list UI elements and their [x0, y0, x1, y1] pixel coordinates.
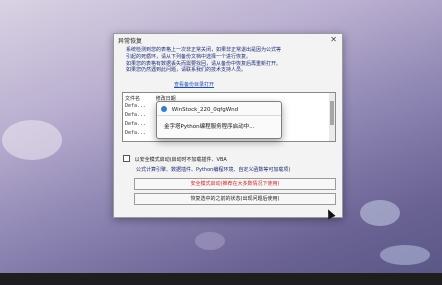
list-item[interactable]: Defa...: [125, 121, 146, 127]
wallpaper-decoration: [2, 120, 62, 160]
list-item[interactable]: Defa...: [125, 112, 146, 118]
wallpaper-decoration: [195, 232, 225, 250]
safe-mode-checkbox[interactable]: [123, 155, 130, 162]
message-line-4: 如果您仍然遇到此问题，请联系我们的技术支持人员。: [126, 67, 247, 74]
column-header-name: 文件名: [125, 96, 141, 102]
startup-popup: WinStock_220_0qfgWnd 金字塔Python编程服务程序启动中.…: [156, 101, 282, 139]
restore-state-button[interactable]: 恢复选中的之前的状态(出现问题后使用): [134, 193, 336, 205]
taskbar: [0, 273, 442, 285]
open-backup-dir-link[interactable]: 查看备份目录打开: [174, 81, 214, 88]
list-item[interactable]: Defa...: [125, 130, 146, 136]
dialog-message: 系统检测到您的表格上一次非正常关闭，如果非正常退出是因为公式等 引起的死循环，请…: [126, 47, 331, 74]
safe-mode-checkbox-label: 以安全模式启动(启动时不加载插件、VBA: [134, 157, 227, 163]
popup-title: WinStock_220_0qfgWnd: [161, 106, 238, 113]
safe-mode-option[interactable]: 以安全模式启动(启动时不加载插件、VBA: [123, 155, 227, 163]
popup-title-text: WinStock_220_0qfgWnd: [171, 107, 239, 113]
message-line-2: 引起的死循环，请从下列备份文档中选择一个进行恢复。: [126, 53, 252, 60]
scrollbar-thumb[interactable]: [330, 101, 334, 125]
safe-mode-start-button[interactable]: 安全模式启动(推荐在大多数情况下使用): [134, 178, 336, 190]
list-item[interactable]: Defa...: [125, 103, 146, 109]
app-icon: [161, 106, 167, 112]
wallpaper-decoration: [360, 200, 400, 226]
message-line-1: 系统检测到您的表格上一次非正常关闭，如果非正常退出是因为公式等: [126, 47, 282, 53]
safe-mode-info: 公式计算引擎、数据插件、Python编程环境、自定义函数等可加载项): [136, 167, 291, 173]
dialog-title: 异常恢复: [118, 38, 143, 45]
popup-message: 金字塔Python编程服务程序启动中...: [164, 124, 255, 130]
popup-divider: [157, 115, 281, 116]
close-icon[interactable]: ✕: [330, 35, 337, 44]
wallpaper-decoration: [380, 245, 430, 265]
